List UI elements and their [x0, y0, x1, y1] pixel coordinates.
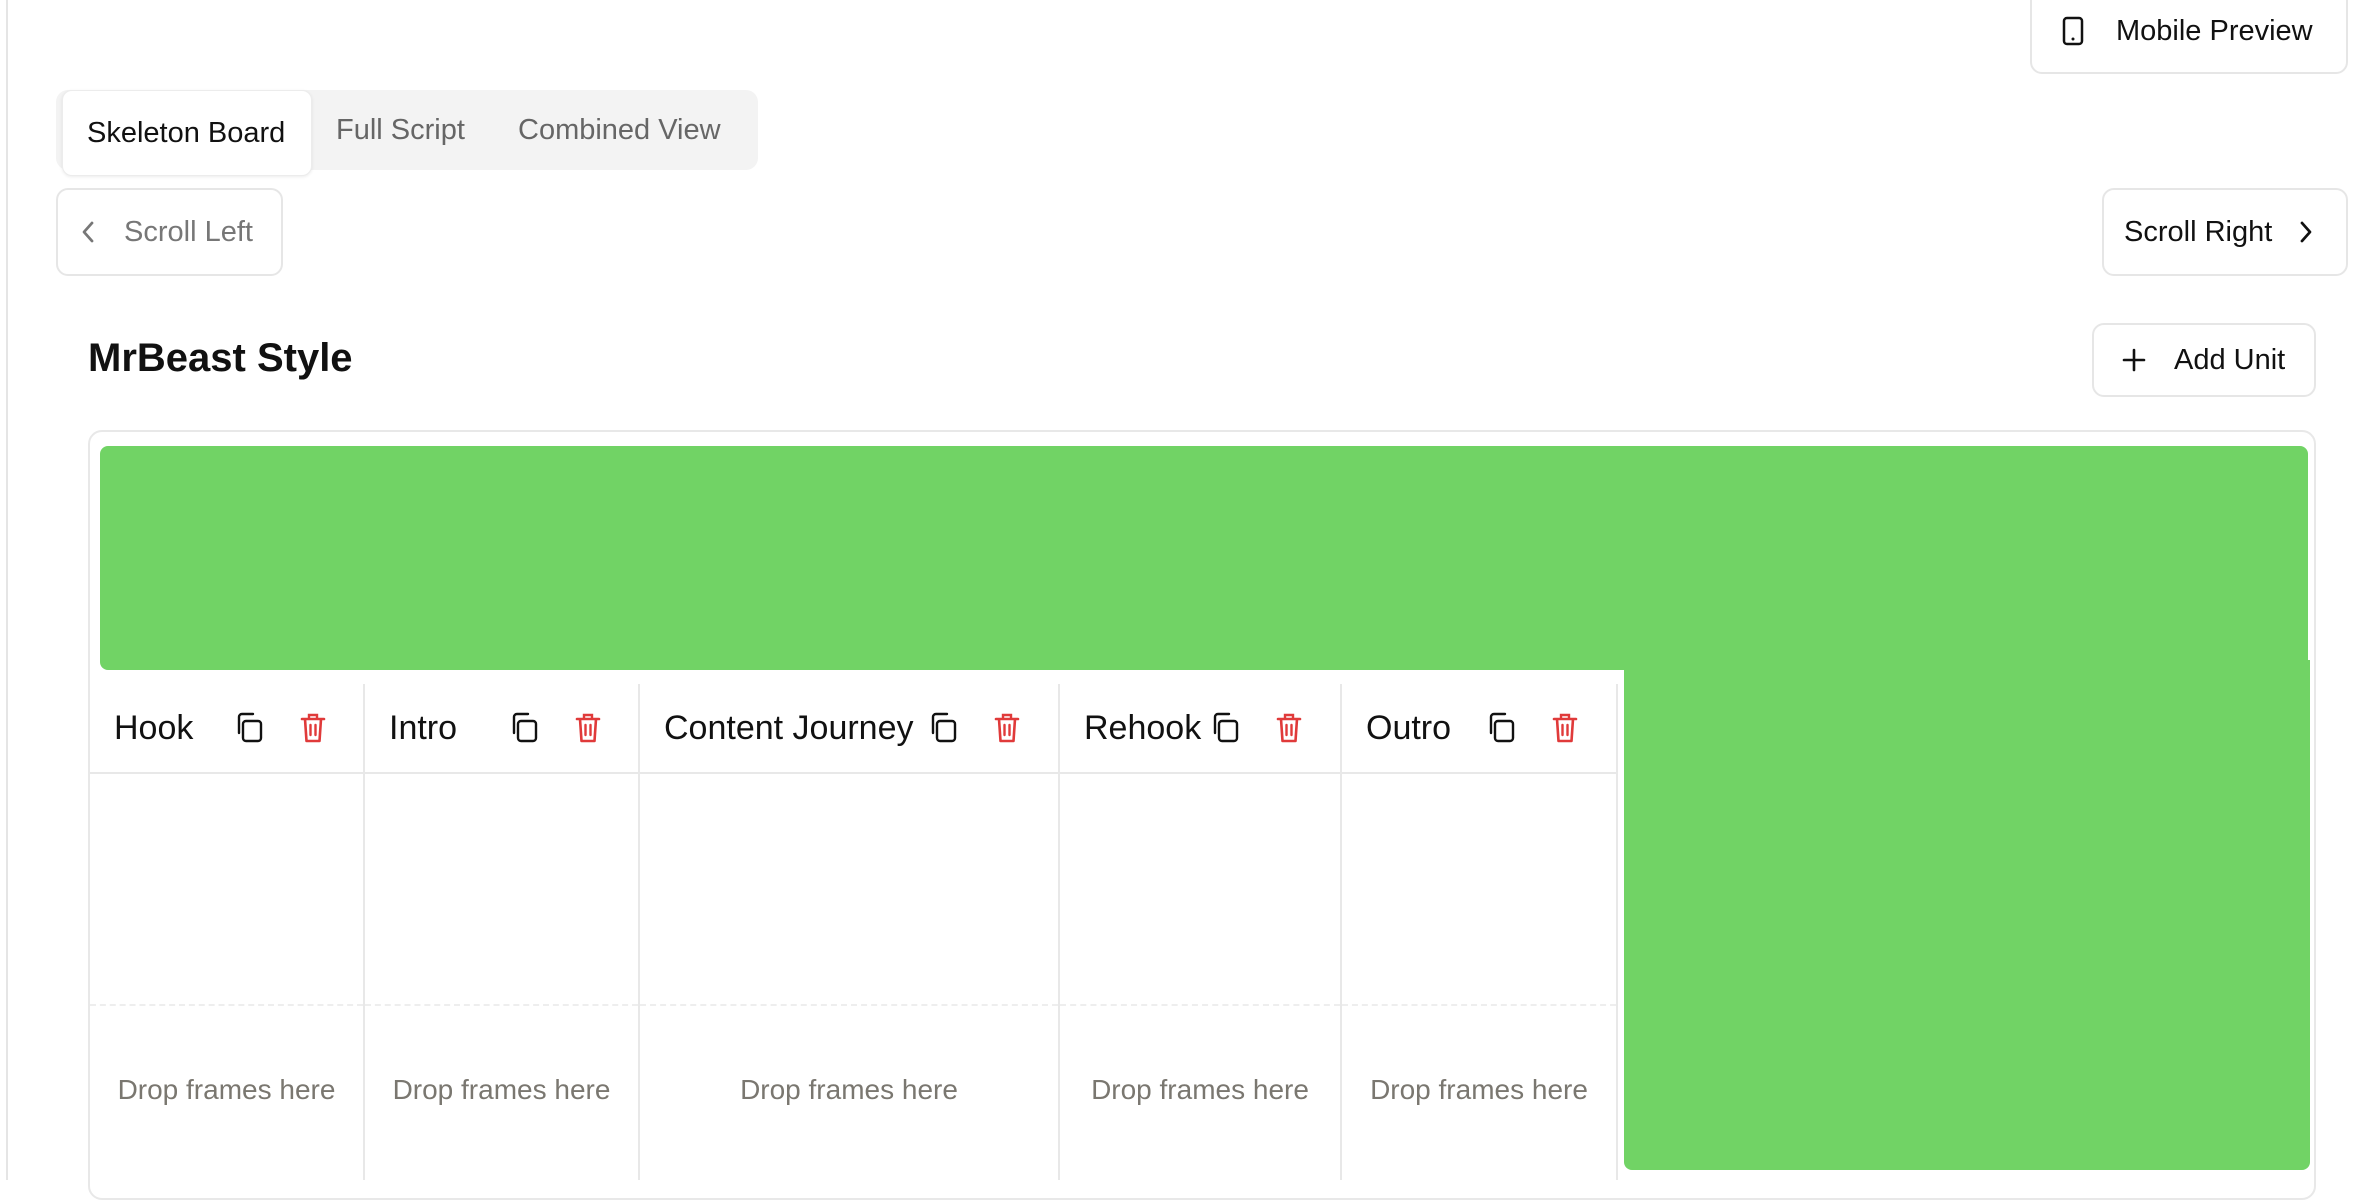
add-unit-button[interactable]: Add Unit	[2092, 323, 2316, 397]
column-title[interactable]: Intro	[389, 709, 457, 748]
scroll-left-label: Scroll Left	[124, 215, 253, 248]
column-header: Outro	[1342, 684, 1616, 774]
trash-icon[interactable]	[571, 710, 605, 746]
column-header: Intro	[365, 684, 638, 774]
chevron-right-icon	[2298, 219, 2314, 245]
smartphone-icon	[2062, 16, 2084, 46]
copy-icon[interactable]	[1208, 710, 1242, 746]
drop-zone-divider	[1060, 1004, 1340, 1006]
drop-zone[interactable]: Drop frames here	[1342, 1074, 1616, 1106]
drop-zone[interactable]: Drop frames here	[640, 1074, 1058, 1106]
column-title[interactable]: Outro	[1366, 709, 1451, 748]
column-hook: Hook Drop frames here	[90, 684, 365, 1180]
trash-icon[interactable]	[1548, 710, 1582, 746]
scroll-right-button[interactable]: Scroll Right	[2102, 188, 2348, 276]
trash-icon[interactable]	[990, 710, 1024, 746]
left-divider	[6, 0, 8, 1180]
column-title[interactable]: Hook	[114, 709, 193, 748]
scroll-left-button[interactable]: Scroll Left	[56, 188, 283, 276]
column-title[interactable]: Content Journey	[664, 709, 914, 748]
column-header: Rehook	[1060, 684, 1340, 774]
view-tabs: Skeleton Board Full Script Combined View	[56, 90, 758, 176]
drop-zone-divider	[90, 1004, 363, 1006]
drop-zone[interactable]: Drop frames here	[90, 1074, 363, 1106]
column-outro: Outro Drop frames here	[1342, 684, 1618, 1180]
copy-icon[interactable]	[926, 710, 960, 746]
scroll-right-label: Scroll Right	[2124, 215, 2273, 248]
column-rehook: Rehook Drop frames here	[1060, 684, 1342, 1180]
chevron-left-icon	[80, 219, 96, 245]
tab-full-script[interactable]: Full Script	[336, 90, 465, 170]
board-banner	[100, 446, 2308, 670]
drop-zone-divider	[640, 1004, 1058, 1006]
copy-icon[interactable]	[232, 710, 266, 746]
board-title: MrBeast Style	[88, 336, 353, 380]
drop-zone-divider	[1342, 1004, 1616, 1006]
board-side-panel	[1624, 660, 2310, 1170]
column-intro: Intro Drop frames here	[365, 684, 640, 1180]
drop-zone[interactable]: Drop frames here	[365, 1074, 638, 1106]
mobile-preview-label: Mobile Preview	[2116, 14, 2313, 47]
add-unit-label: Add Unit	[2174, 343, 2286, 376]
tab-skeleton-board[interactable]: Skeleton Board	[62, 90, 312, 176]
copy-icon[interactable]	[507, 710, 541, 746]
column-header: Content Journey	[640, 684, 1058, 774]
plus-icon	[2122, 348, 2146, 372]
column-title[interactable]: Rehook	[1084, 709, 1201, 748]
tab-combined-view[interactable]: Combined View	[518, 90, 721, 170]
copy-icon[interactable]	[1484, 710, 1518, 746]
trash-icon[interactable]	[296, 710, 330, 746]
drop-zone[interactable]: Drop frames here	[1060, 1074, 1340, 1106]
mobile-preview-button[interactable]: Mobile Preview	[2030, 0, 2348, 74]
trash-icon[interactable]	[1272, 710, 1306, 746]
column-content-journey: Content Journey Drop frames here	[640, 684, 1060, 1180]
column-header: Hook	[90, 684, 363, 774]
drop-zone-divider	[365, 1004, 638, 1006]
